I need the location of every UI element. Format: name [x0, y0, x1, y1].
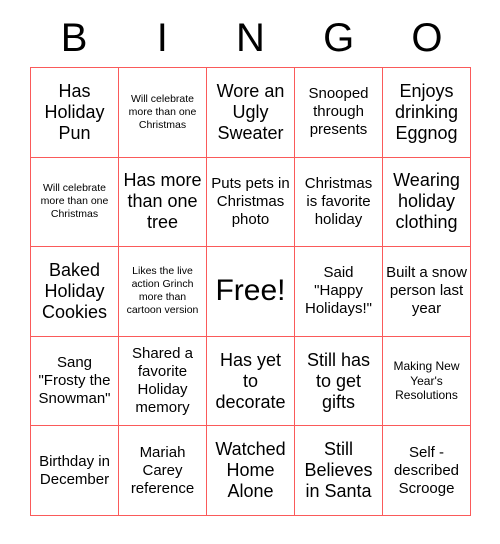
bingo-cell-label: Snooped through presents: [308, 85, 369, 139]
bingo-cell-label: Self - described Scrooge: [393, 443, 460, 497]
bingo-cell-label: Will celebrate more than one Christmas: [40, 182, 109, 221]
bingo-free-space-cell[interactable]: Free!: [207, 247, 295, 337]
bingo-cell[interactable]: Snooped through presents: [295, 68, 383, 158]
bingo-cell-label: Puts pets in Christmas photo: [211, 174, 290, 228]
bingo-cell-label: Has yet to decorate: [215, 349, 286, 412]
bingo-cell-label: Built a snow person last year: [386, 264, 467, 318]
bingo-cell[interactable]: Baked Holiday Cookies: [31, 247, 119, 337]
bingo-cell-label: Birthday in December: [39, 452, 110, 488]
bingo-header-letter-b: B: [60, 15, 88, 60]
bingo-grid: Has Holiday Pun Will celebrate more than …: [30, 67, 471, 516]
bingo-cell[interactable]: Will celebrate more than one Christmas: [31, 157, 119, 248]
bingo-cell[interactable]: Has more than one tree: [119, 157, 207, 248]
bingo-cell[interactable]: Has Holiday Pun: [31, 68, 119, 158]
bingo-cell[interactable]: Has yet to decorate: [207, 336, 295, 427]
bingo-header-letter-n: N: [236, 15, 265, 60]
bingo-header-letter-o: O: [411, 15, 443, 60]
bingo-card: B I N G O Has Holiday Pun Will celebrate …: [0, 0, 500, 544]
bingo-header-letter-g: G: [323, 15, 355, 60]
bingo-cell[interactable]: Likes the live action Grinch more than c…: [119, 247, 207, 337]
bingo-free-space-label: Free!: [215, 274, 286, 308]
bingo-cell[interactable]: Sang "Frosty the Snowman": [31, 336, 119, 427]
bingo-cell[interactable]: Self - described Scrooge: [383, 426, 471, 516]
bingo-cell-label: Said "Happy Holidays!": [304, 264, 373, 318]
bingo-cell-label: Christmas is favorite holiday: [304, 174, 373, 228]
bingo-header-row: B I N G O: [30, 8, 471, 67]
bingo-cell-label: Still Believes in Santa: [304, 439, 373, 502]
bingo-cell-label: Still has to get gifts: [306, 349, 371, 412]
bingo-header-letter-i: I: [156, 15, 168, 60]
bingo-cell-label: Has more than one tree: [123, 170, 202, 233]
bingo-cell-label: Shared a favorite Holiday memory: [132, 345, 193, 417]
bingo-cell-label: Enjoys drinking Eggnog: [394, 80, 459, 143]
bingo-cell[interactable]: Will celebrate more than one Christmas: [119, 68, 207, 158]
bingo-cell-label: Wore an Ugly Sweater: [216, 80, 285, 143]
bingo-cell[interactable]: Built a snow person last year: [383, 247, 471, 337]
bingo-cell[interactable]: Christmas is favorite holiday: [295, 157, 383, 248]
bingo-cell-label: Making New Year's Resolutions: [393, 359, 460, 403]
bingo-cell-label: Baked Holiday Cookies: [41, 259, 108, 322]
bingo-cell-label: Wearing holiday clothing: [393, 170, 460, 233]
bingo-cell[interactable]: Shared a favorite Holiday memory: [119, 336, 207, 427]
bingo-cell[interactable]: Enjoys drinking Eggnog: [383, 68, 471, 158]
bingo-cell-label: Sang "Frosty the Snowman": [38, 354, 111, 408]
bingo-cell-label: Will celebrate more than one Christmas: [128, 92, 197, 131]
bingo-cell-label: Watched Home Alone: [215, 439, 286, 502]
bingo-cell[interactable]: Mariah Carey reference: [119, 426, 207, 516]
bingo-cell-label: Mariah Carey reference: [130, 443, 195, 497]
bingo-cell[interactable]: Puts pets in Christmas photo: [207, 157, 295, 248]
bingo-cell[interactable]: Making New Year's Resolutions: [383, 336, 471, 427]
bingo-cell[interactable]: Watched Home Alone: [207, 426, 295, 516]
bingo-cell[interactable]: Still Believes in Santa: [295, 426, 383, 516]
bingo-cell[interactable]: Wore an Ugly Sweater: [207, 68, 295, 158]
bingo-cell[interactable]: Wearing holiday clothing: [383, 157, 471, 248]
bingo-cell[interactable]: Still has to get gifts: [295, 336, 383, 427]
bingo-cell-label: Has Holiday Pun: [44, 80, 105, 143]
bingo-cell[interactable]: Birthday in December: [31, 426, 119, 516]
bingo-cell[interactable]: Said "Happy Holidays!": [295, 247, 383, 337]
bingo-cell-label: Likes the live action Grinch more than c…: [126, 265, 199, 317]
